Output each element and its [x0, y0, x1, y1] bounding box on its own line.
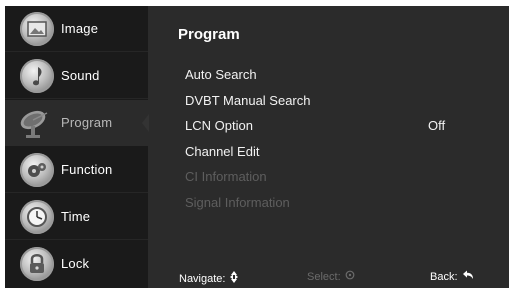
sidebar-item-label: Image	[61, 21, 99, 36]
page-title: Program	[178, 26, 240, 43]
menu-item-channel-edit[interactable]: Channel Edit	[185, 144, 259, 159]
navigate-label: Navigate:	[179, 272, 226, 285]
back-label: Back:	[430, 270, 458, 283]
tv-settings-screen: Image Sound Program Function Time Lock P…	[5, 6, 509, 288]
sidebar-item-image[interactable]: Image	[5, 6, 148, 52]
select-hint: Select:	[307, 270, 355, 283]
menu-item-signal-information: Signal Information	[185, 195, 290, 210]
sidebar-item-label: Sound	[61, 68, 100, 83]
select-label: Select:	[307, 270, 341, 283]
back-hint: Back:	[430, 270, 474, 283]
menu-item-auto-search[interactable]: Auto Search	[185, 67, 257, 82]
back-arrow-icon	[462, 270, 474, 283]
sidebar-item-program[interactable]: Program	[5, 100, 149, 146]
ok-circle-icon	[345, 270, 355, 283]
sidebar-item-label: Function	[61, 162, 113, 177]
menu-item-dvbt-manual-search[interactable]: DVBT Manual Search	[185, 93, 311, 108]
satellite-dish-icon	[17, 106, 57, 140]
sidebar-item-lock[interactable]: Lock	[5, 241, 148, 287]
navigate-hint: Navigate:	[179, 270, 239, 287]
padlock-icon	[20, 247, 54, 281]
navigate-arrows-icon	[229, 270, 239, 287]
sidebar-item-label: Time	[61, 209, 91, 224]
lcn-option-value[interactable]: Off	[428, 118, 445, 133]
clock-icon	[20, 200, 54, 234]
menu-item-ci-information: CI Information	[185, 169, 267, 184]
gears-icon	[20, 153, 54, 187]
sidebar-item-function[interactable]: Function	[5, 147, 148, 193]
sidebar-item-label: Lock	[61, 256, 90, 271]
sidebar-item-label: Program	[61, 115, 113, 130]
selection-indicator	[142, 114, 149, 132]
sidebar: Image Sound Program Function Time Lock	[5, 6, 149, 288]
sidebar-item-time[interactable]: Time	[5, 194, 148, 240]
image-icon	[20, 12, 54, 46]
menu-item-lcn-option[interactable]: LCN Option	[185, 118, 253, 133]
music-note-icon	[20, 59, 54, 93]
sidebar-item-sound[interactable]: Sound	[5, 53, 148, 99]
